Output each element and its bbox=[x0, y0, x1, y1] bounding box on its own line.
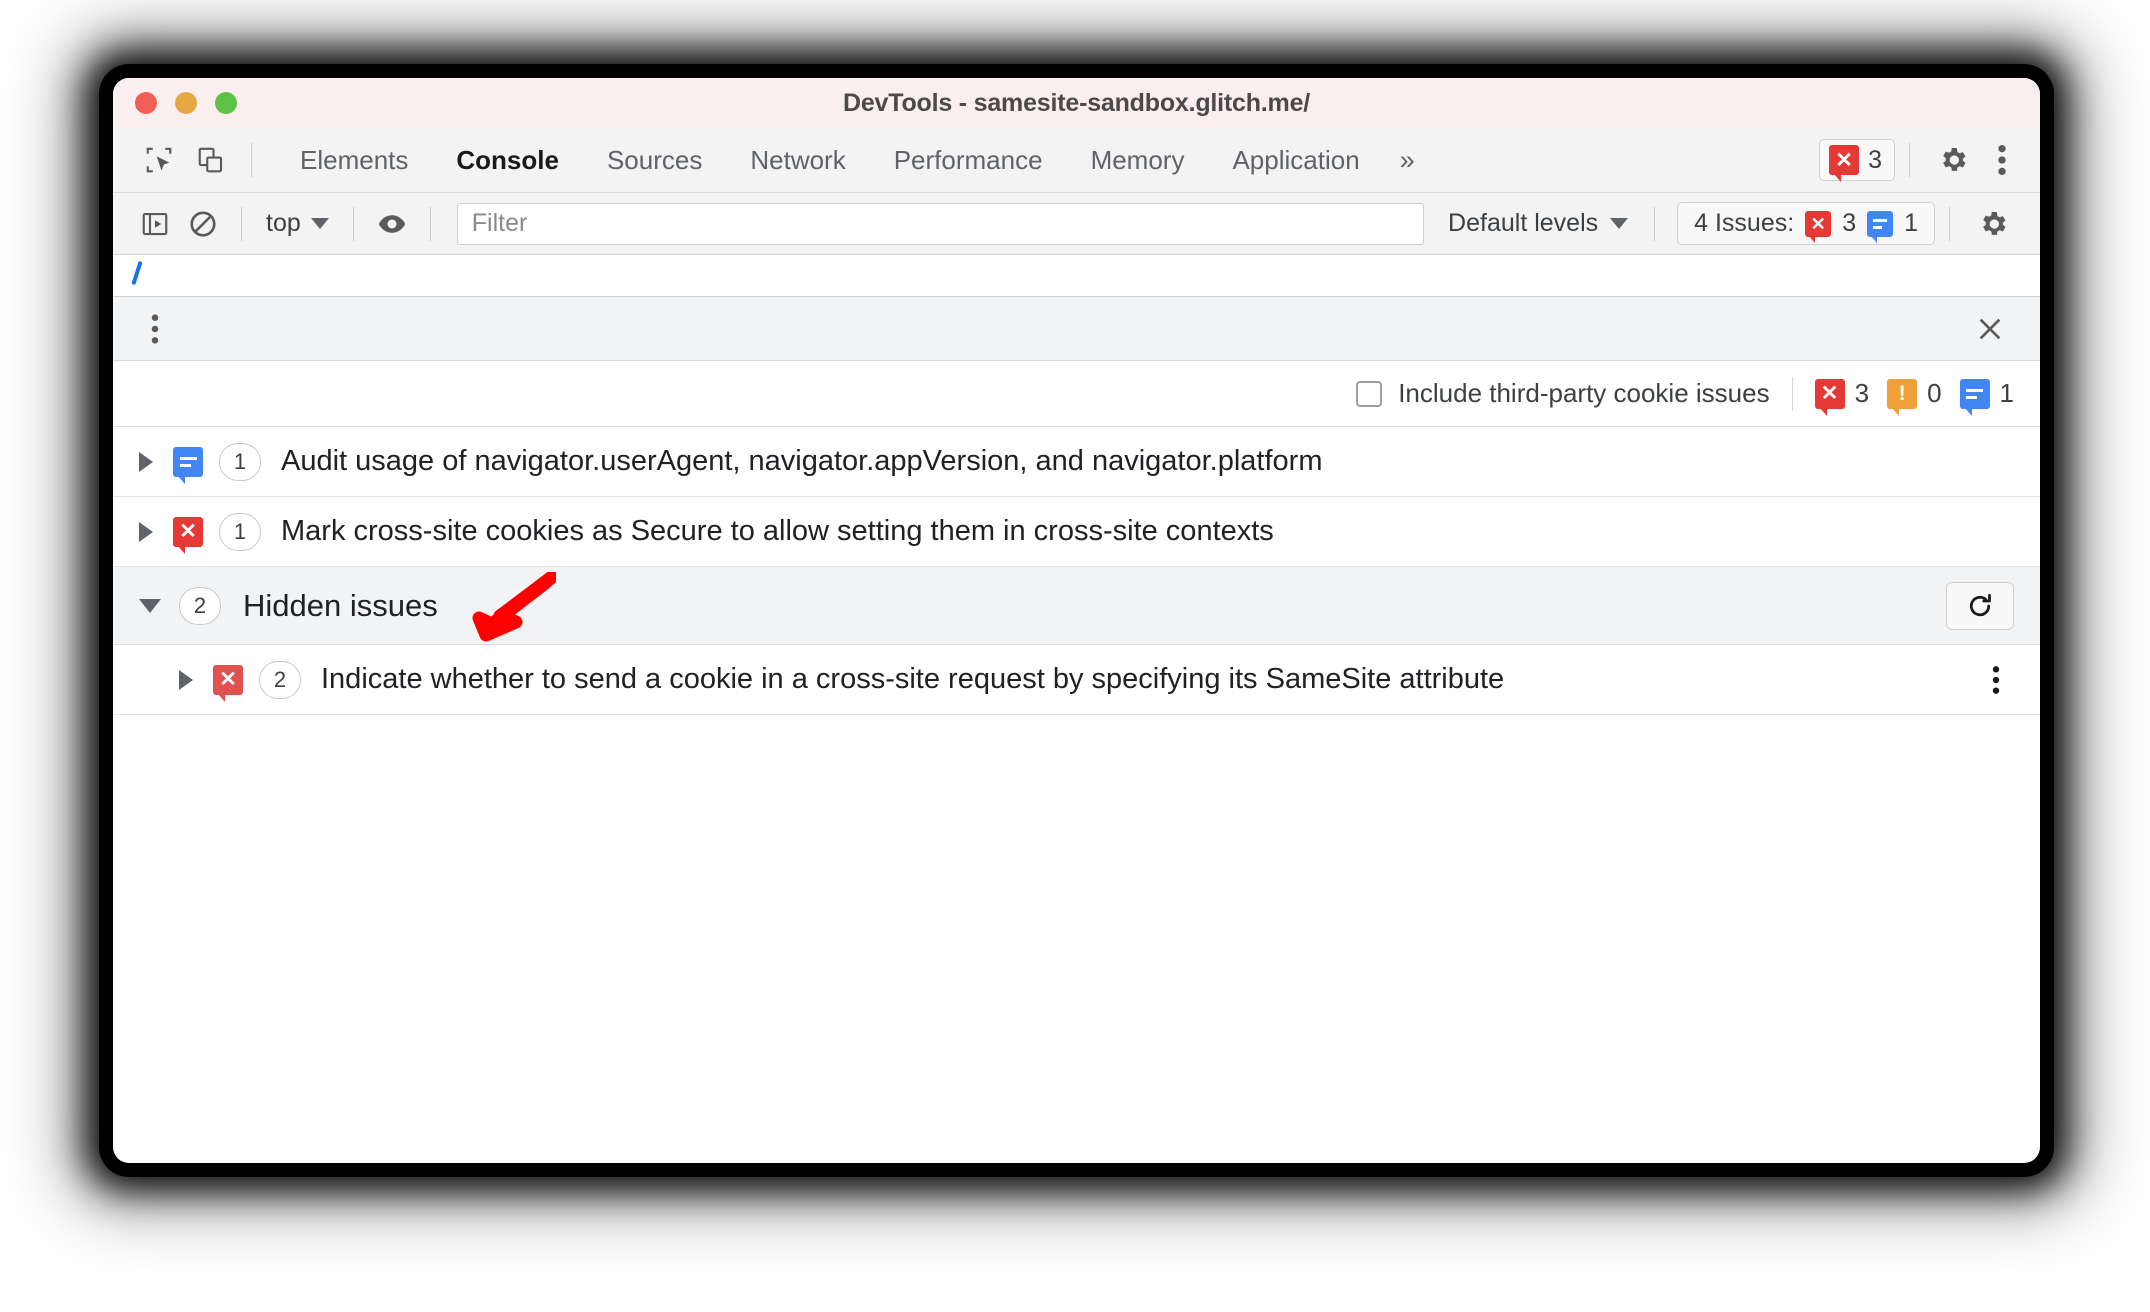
more-tabs-icon[interactable]: » bbox=[1384, 145, 1431, 176]
log-level-value: Default levels bbox=[1448, 209, 1599, 237]
info-icon bbox=[1959, 378, 1990, 416]
error-icon: ✕ bbox=[213, 664, 243, 702]
issue-row[interactable]: ✕ 1 Mark cross-site cookies as Secure to… bbox=[113, 497, 2040, 567]
issue-count-pill: 1 bbox=[219, 512, 261, 551]
error-count-group: ✕ 3 bbox=[1814, 378, 1870, 416]
tab-sources[interactable]: Sources bbox=[583, 139, 726, 182]
console-divider-4 bbox=[1654, 206, 1656, 241]
window-title: DevTools - samesite-sandbox.glitch.me/ bbox=[842, 88, 1311, 117]
tab-performance[interactable]: Performance bbox=[870, 139, 1067, 182]
warning-count-value: 0 bbox=[1927, 378, 1942, 408]
expand-triangle-icon[interactable] bbox=[179, 669, 193, 690]
error-count-value: 3 bbox=[1854, 378, 1870, 408]
issue-row[interactable]: 1 Audit usage of navigator.userAgent, na… bbox=[113, 427, 2040, 497]
info-count-value: 1 bbox=[1999, 378, 2014, 408]
devtools-tabbar: Elements Console Sources Network Perform… bbox=[113, 128, 2040, 193]
info-icon bbox=[1867, 210, 1894, 243]
issues-drawer-toolbar: Include third-party cookie issues ✕ 3 ! … bbox=[113, 361, 2040, 427]
console-divider-5 bbox=[1949, 206, 1950, 241]
issue-count-pill: 2 bbox=[259, 660, 301, 699]
tab-network[interactable]: Network bbox=[726, 139, 869, 182]
hidden-issues-group-header[interactable]: 2 Hidden issues bbox=[113, 567, 2040, 645]
console-divider-3 bbox=[429, 206, 431, 241]
devtools-tab-list: Elements Console Sources Network Perform… bbox=[276, 139, 1431, 182]
eye-icon[interactable] bbox=[368, 202, 416, 246]
issue-title: Mark cross-site cookies as Secure to all… bbox=[281, 515, 1274, 547]
chevron-down-icon bbox=[1610, 218, 1629, 229]
inspect-element-icon[interactable] bbox=[133, 136, 185, 184]
window-controls bbox=[135, 78, 237, 128]
warning-icon: ! bbox=[1887, 378, 1918, 416]
issue-title: Indicate whether to send a cookie in a c… bbox=[321, 663, 1505, 695]
include-third-party-cookie-issues-checkbox[interactable]: Include third-party cookie issues bbox=[1356, 378, 1770, 409]
warning-count-group: ! 0 bbox=[1887, 378, 1942, 416]
gear-icon[interactable] bbox=[1924, 136, 1982, 184]
console-divider-1 bbox=[241, 206, 242, 241]
error-count-badge[interactable]: ✕ 3 bbox=[1819, 139, 1895, 182]
console-prompt-caret bbox=[131, 260, 143, 286]
info-icon bbox=[173, 446, 203, 484]
clear-console-icon[interactable] bbox=[179, 202, 227, 246]
filter-placeholder: Filter bbox=[471, 209, 528, 237]
checkbox-box bbox=[1356, 380, 1383, 407]
tabbar-divider-2 bbox=[1909, 143, 1910, 177]
tab-memory[interactable]: Memory bbox=[1067, 139, 1209, 182]
kebab-menu-icon[interactable] bbox=[1982, 136, 2022, 184]
issue-count-pill: 1 bbox=[219, 442, 261, 481]
error-icon: ✕ bbox=[1814, 378, 1845, 416]
tab-elements[interactable]: Elements bbox=[276, 139, 432, 182]
window-titlebar: DevTools - samesite-sandbox.glitch.me/ bbox=[113, 78, 2040, 128]
console-divider-2 bbox=[352, 206, 354, 241]
expand-triangle-icon[interactable] bbox=[139, 521, 153, 542]
issues-summary-button[interactable]: 4 Issues: ✕ 3 1 bbox=[1677, 202, 1935, 245]
issues-label: 4 Issues: bbox=[1694, 209, 1795, 237]
gear-icon[interactable] bbox=[1964, 200, 2022, 248]
checkbox-label: Include third-party cookie issues bbox=[1398, 378, 1770, 408]
device-toolbar-icon[interactable] bbox=[185, 136, 237, 184]
collapse-triangle-icon[interactable] bbox=[139, 598, 161, 613]
execution-context-value: top bbox=[266, 209, 301, 237]
close-window-button[interactable] bbox=[135, 92, 157, 114]
zoom-window-button[interactable] bbox=[215, 92, 237, 114]
tabbar-divider bbox=[251, 143, 252, 177]
screenshot-stage: DevTools - samesite-sandbox.glitch.me/ E… bbox=[0, 0, 2150, 1312]
hidden-issues-count-pill: 2 bbox=[179, 586, 221, 625]
drawer-toolbar-divider bbox=[1791, 376, 1793, 411]
hidden-issue-row[interactable]: ✕ 2 Indicate whether to send a cookie in… bbox=[113, 645, 2040, 715]
error-icon: ✕ bbox=[1829, 145, 1860, 182]
tab-console[interactable]: Console bbox=[432, 139, 583, 182]
kebab-menu-icon[interactable] bbox=[1974, 656, 2018, 704]
issues-error-count: 3 bbox=[1842, 209, 1857, 237]
info-count-group: 1 bbox=[1959, 378, 2014, 416]
console-output-area[interactable] bbox=[113, 255, 2040, 297]
kebab-menu-icon[interactable] bbox=[131, 305, 179, 353]
error-icon: ✕ bbox=[173, 516, 203, 554]
expand-triangle-icon[interactable] bbox=[139, 451, 153, 472]
console-toolbar: top Filter Default levels 4 Issues: ✕ 3 … bbox=[113, 193, 2040, 255]
tab-application[interactable]: Application bbox=[1208, 139, 1383, 182]
error-icon: ✕ bbox=[1805, 210, 1832, 243]
filter-input[interactable]: Filter bbox=[456, 202, 1425, 245]
hidden-issues-label: Hidden issues bbox=[243, 587, 438, 623]
chevron-down-icon bbox=[310, 218, 329, 229]
log-level-selector[interactable]: Default levels bbox=[1436, 209, 1640, 238]
restore-refresh-icon[interactable] bbox=[1946, 581, 2014, 630]
close-icon[interactable] bbox=[1966, 305, 2014, 353]
devtools-window: DevTools - samesite-sandbox.glitch.me/ E… bbox=[113, 78, 2040, 1163]
drawer-header bbox=[113, 297, 2040, 361]
console-sidebar-icon[interactable] bbox=[131, 202, 179, 246]
execution-context-selector[interactable]: top bbox=[256, 209, 339, 238]
issue-title: Audit usage of navigator.userAgent, navi… bbox=[281, 445, 1323, 477]
issues-info-count: 1 bbox=[1904, 209, 1918, 237]
error-count-value: 3 bbox=[1868, 145, 1882, 174]
minimize-window-button[interactable] bbox=[175, 92, 197, 114]
